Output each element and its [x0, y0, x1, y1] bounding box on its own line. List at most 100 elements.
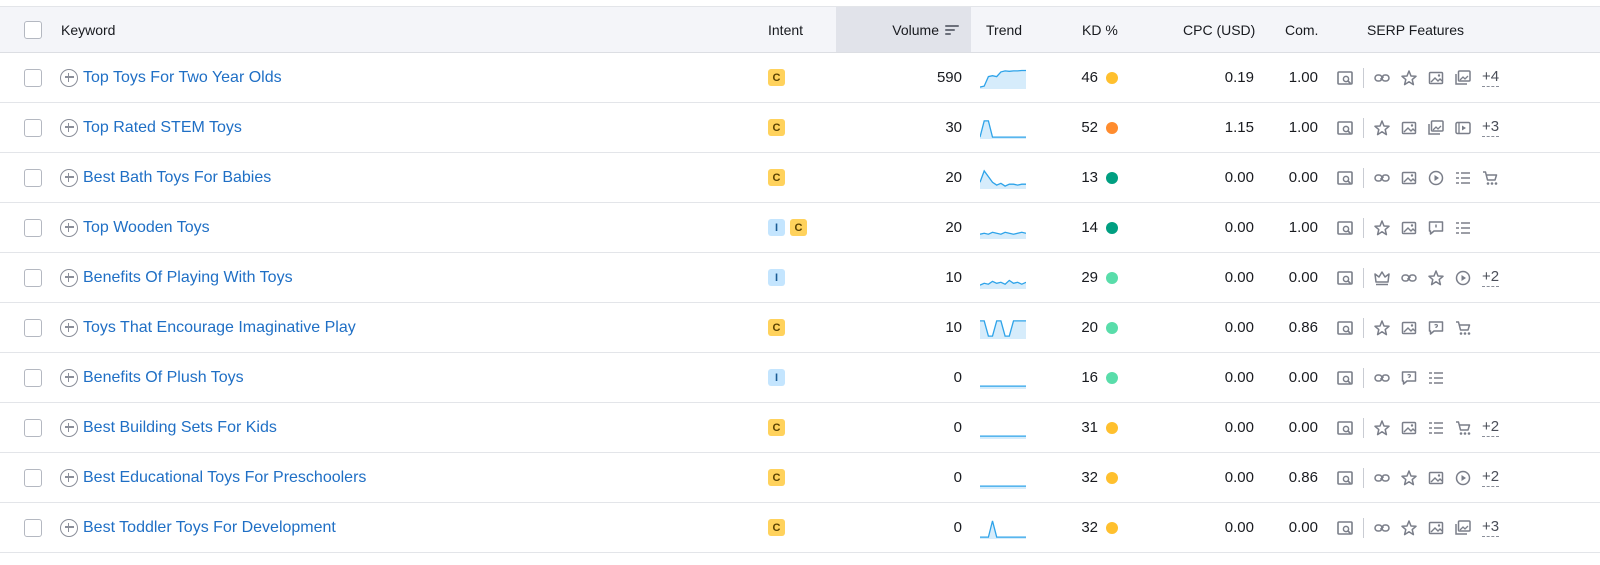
link-icon[interactable] — [1373, 69, 1391, 87]
serp-icon[interactable] — [1336, 119, 1354, 137]
star-icon[interactable] — [1373, 219, 1391, 237]
list-icon[interactable] — [1454, 219, 1472, 237]
intent-badge[interactable]: C — [768, 119, 785, 136]
serp-icon[interactable] — [1336, 319, 1354, 337]
intent-badge[interactable]: C — [790, 219, 807, 236]
faq-icon[interactable] — [1400, 369, 1418, 387]
add-keyword-icon[interactable] — [60, 418, 78, 437]
image-icon[interactable] — [1400, 169, 1418, 187]
link-icon[interactable] — [1400, 269, 1418, 287]
play-icon[interactable] — [1427, 169, 1445, 187]
add-keyword-icon[interactable] — [60, 468, 78, 487]
col-intent[interactable]: Intent — [768, 7, 803, 52]
add-keyword-icon[interactable] — [60, 68, 78, 87]
star-icon[interactable] — [1373, 419, 1391, 437]
image-icon[interactable] — [1400, 219, 1418, 237]
intent-badge[interactable]: I — [768, 269, 785, 286]
intent-badge[interactable]: C — [768, 519, 785, 536]
keyword-link[interactable]: Best Building Sets For Kids — [83, 419, 277, 437]
star-icon[interactable] — [1373, 319, 1391, 337]
row-checkbox[interactable] — [24, 468, 42, 487]
keyword-link[interactable]: Top Rated STEM Toys — [83, 119, 242, 137]
col-serp-features[interactable]: SERP Features — [1367, 7, 1464, 52]
row-checkbox[interactable] — [24, 168, 42, 187]
serp-more-count[interactable]: +2 — [1482, 418, 1500, 437]
serp-more-count[interactable]: +4 — [1482, 68, 1500, 87]
intent-badge[interactable]: C — [768, 169, 785, 186]
serp-icon[interactable] — [1336, 419, 1354, 437]
faq-icon[interactable] — [1427, 319, 1445, 337]
add-keyword-icon[interactable] — [60, 368, 78, 387]
star-icon[interactable] — [1400, 69, 1418, 87]
list-icon[interactable] — [1427, 369, 1445, 387]
row-checkbox[interactable] — [24, 418, 42, 437]
col-trend[interactable]: Trend — [986, 7, 1022, 52]
play-icon[interactable] — [1454, 469, 1472, 487]
images-icon[interactable] — [1454, 69, 1472, 87]
cart-icon[interactable] — [1454, 319, 1472, 337]
col-keyword[interactable]: Keyword — [61, 7, 115, 52]
add-keyword-icon[interactable] — [60, 168, 78, 187]
cart-icon[interactable] — [1481, 169, 1499, 187]
row-checkbox[interactable] — [24, 368, 42, 387]
col-kd[interactable]: KD % — [1082, 7, 1118, 52]
serp-more-count[interactable]: +2 — [1482, 468, 1500, 487]
keyword-link[interactable]: Benefits Of Plush Toys — [83, 369, 244, 387]
add-keyword-icon[interactable] — [60, 518, 78, 537]
images-icon[interactable] — [1427, 119, 1445, 137]
keyword-link[interactable]: Best Educational Toys For Preschoolers — [83, 469, 366, 487]
row-checkbox[interactable] — [24, 218, 42, 237]
serp-more-count[interactable]: +3 — [1482, 518, 1500, 537]
chat-icon[interactable] — [1427, 219, 1445, 237]
add-keyword-icon[interactable] — [60, 118, 78, 137]
serp-icon[interactable] — [1336, 169, 1354, 187]
row-checkbox[interactable] — [24, 68, 42, 87]
intent-badge[interactable]: C — [768, 419, 785, 436]
intent-badge[interactable]: I — [768, 369, 785, 386]
add-keyword-icon[interactable] — [60, 318, 78, 337]
star-icon[interactable] — [1400, 519, 1418, 537]
list-icon[interactable] — [1427, 419, 1445, 437]
intent-badge[interactable]: I — [768, 219, 785, 236]
sort-desc-icon[interactable] — [945, 24, 959, 36]
star-icon[interactable] — [1400, 469, 1418, 487]
cart-icon[interactable] — [1454, 419, 1472, 437]
star-icon[interactable] — [1373, 119, 1391, 137]
keyword-link[interactable]: Toys That Encourage Imaginative Play — [83, 319, 356, 337]
keyword-link[interactable]: Top Wooden Toys — [83, 219, 210, 237]
image-icon[interactable] — [1427, 519, 1445, 537]
keyword-link[interactable]: Top Toys For Two Year Olds — [83, 69, 282, 87]
keyword-link[interactable]: Best Toddler Toys For Development — [83, 519, 336, 537]
col-com[interactable]: Com. — [1285, 7, 1318, 52]
image-icon[interactable] — [1400, 419, 1418, 437]
crown-icon[interactable] — [1373, 269, 1391, 287]
image-icon[interactable] — [1400, 119, 1418, 137]
link-icon[interactable] — [1373, 369, 1391, 387]
serp-icon[interactable] — [1336, 369, 1354, 387]
row-checkbox[interactable] — [24, 268, 42, 287]
serp-icon[interactable] — [1336, 469, 1354, 487]
serp-icon[interactable] — [1336, 219, 1354, 237]
image-icon[interactable] — [1427, 69, 1445, 87]
add-keyword-icon[interactable] — [60, 268, 78, 287]
serp-icon[interactable] — [1336, 269, 1354, 287]
keyword-link[interactable]: Benefits Of Playing With Toys — [83, 269, 293, 287]
serp-more-count[interactable]: +2 — [1482, 268, 1500, 287]
image-icon[interactable] — [1400, 319, 1418, 337]
row-checkbox[interactable] — [24, 518, 42, 537]
images-icon[interactable] — [1454, 519, 1472, 537]
serp-icon[interactable] — [1336, 519, 1354, 537]
link-icon[interactable] — [1373, 469, 1391, 487]
serp-icon[interactable] — [1336, 69, 1354, 87]
intent-badge[interactable]: C — [768, 319, 785, 336]
row-checkbox[interactable] — [24, 318, 42, 337]
add-keyword-icon[interactable] — [60, 218, 78, 237]
serp-more-count[interactable]: +3 — [1482, 118, 1500, 137]
image-icon[interactable] — [1427, 469, 1445, 487]
video-icon[interactable] — [1454, 119, 1472, 137]
play-icon[interactable] — [1454, 269, 1472, 287]
row-checkbox[interactable] — [24, 118, 42, 137]
link-icon[interactable] — [1373, 519, 1391, 537]
select-all-checkbox[interactable] — [24, 20, 42, 39]
star-icon[interactable] — [1427, 269, 1445, 287]
